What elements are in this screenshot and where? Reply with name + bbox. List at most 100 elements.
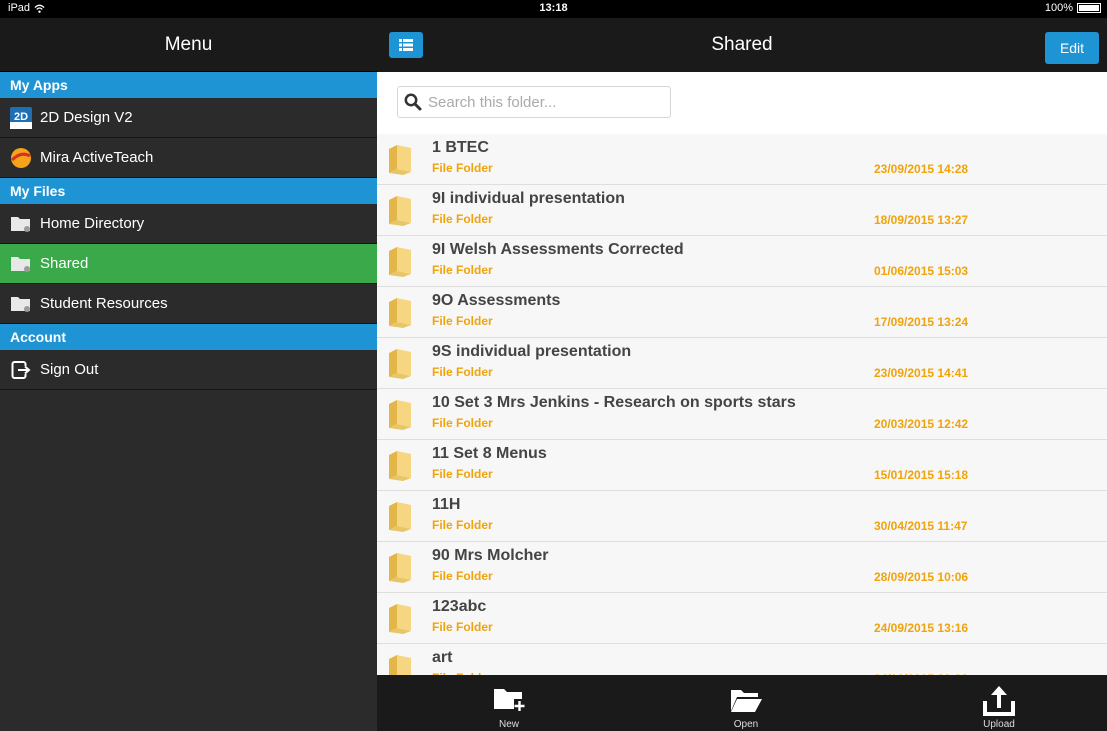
- file-name: 11H: [432, 496, 461, 513]
- sidebar-item-student-resources[interactable]: Student Resources: [0, 284, 377, 324]
- bottom-toolbar: New Open Upload: [377, 675, 1107, 731]
- file-type: File Folder: [432, 620, 493, 634]
- file-row[interactable]: 11 Set 8 Menus File Folder 15/01/2015 15:1…: [377, 440, 1107, 491]
- sidebar-item-mira-activeteach[interactable]: Mira ActiveTeach: [0, 138, 377, 178]
- file-row[interactable]: 9O Assessments File Folder 17/09/2015 13:2…: [377, 287, 1107, 338]
- new-button[interactable]: New: [469, 675, 549, 731]
- sidebar-item-label: Student Resources: [40, 295, 168, 312]
- file-name: art: [432, 649, 453, 666]
- file-type: File Folder: [432, 365, 493, 379]
- sidebar-item-label: Mira ActiveTeach: [40, 149, 154, 166]
- file-type: File Folder: [432, 161, 493, 175]
- folder-network-icon: [10, 253, 32, 275]
- page-title: Shared: [711, 34, 773, 55]
- battery-percent: 100%: [1044, 2, 1073, 14]
- upload-label: Upload: [983, 719, 1015, 730]
- battery-icon: [1077, 3, 1101, 13]
- upload-icon: [981, 683, 1017, 717]
- section-my-files: My Files: [0, 178, 377, 204]
- file-name: 123abc: [432, 598, 487, 615]
- open-button[interactable]: Open: [706, 675, 786, 731]
- 2d-design-app-icon: 2D: [10, 106, 32, 129]
- file-type: File Folder: [432, 467, 493, 481]
- file-name: 11 Set 8 Menus: [432, 445, 547, 462]
- folder-icon: [387, 449, 413, 481]
- sidebar-item-label: Home Directory: [40, 215, 145, 232]
- file-date: 30/04/2015 11:47: [874, 519, 968, 533]
- folder-network-icon: [10, 213, 32, 235]
- sidebar-item-home-directory[interactable]: Home Directory: [0, 204, 377, 244]
- folder-icon: [387, 245, 413, 277]
- section-my-apps: My Apps: [0, 72, 377, 98]
- file-date: 23/09/2015 14:41: [874, 366, 969, 380]
- search-icon: [404, 93, 422, 111]
- list-menu-icon: [399, 39, 413, 51]
- sign-out-icon: [10, 359, 32, 381]
- file-date: 23/09/2015 14:28: [874, 162, 969, 176]
- sidebar-title: Menu: [0, 18, 377, 72]
- file-row[interactable]: 90 Mrs Molcher File Folder 28/09/2015 10:0…: [377, 542, 1107, 593]
- file-row[interactable]: 123abc File Folder 24/09/2015 13:16: [377, 593, 1107, 644]
- file-name: 90 Mrs Molcher: [432, 547, 549, 564]
- folder-icon: [387, 347, 413, 379]
- file-type: File Folder: [432, 212, 493, 226]
- file-type: File Folder: [432, 263, 493, 277]
- file-row[interactable]: artFile Folder24/09/2015 20:22: [377, 644, 1107, 675]
- search-input[interactable]: [428, 93, 658, 111]
- svg-text:2D: 2D: [14, 111, 28, 123]
- file-type: File Folder: [432, 416, 493, 430]
- file-date: 17/09/2015 13:24: [874, 315, 969, 329]
- status-right: 100%: [1045, 2, 1101, 14]
- file-list: 1 BTEC File Folder 23/09/2015 14:28 9I indi…: [377, 134, 1107, 675]
- file-type: File Folder: [432, 518, 493, 532]
- folder-icon: [387, 551, 413, 583]
- new-folder-icon: [491, 683, 527, 717]
- folder-network-icon: [10, 293, 32, 315]
- file-name: 9O Assessments: [432, 292, 561, 309]
- folder-icon: [387, 398, 413, 430]
- file-date: 01/06/2015 15:03: [874, 264, 969, 278]
- search-box[interactable]: [397, 86, 671, 118]
- file-row[interactable]: 9I individual presentation File Folder 18/…: [377, 185, 1107, 236]
- file-row[interactable]: 9S individual presentation File Folder 23/…: [377, 338, 1107, 389]
- file-row[interactable]: 1 BTEC File Folder 23/09/2015 14:28: [377, 134, 1107, 185]
- file-row[interactable]: 9I Welsh Assessments Corrected File Folde…: [377, 236, 1107, 287]
- file-name: 9I Welsh Assessments Corrected: [432, 241, 684, 258]
- list-menu-button[interactable]: [389, 32, 423, 58]
- header: Shared Edit: [377, 18, 1107, 72]
- file-type: File Folder: [432, 569, 493, 583]
- folder-icon: [387, 143, 413, 175]
- section-account: Account: [0, 324, 377, 350]
- folder-icon: [387, 602, 413, 634]
- upload-button[interactable]: Upload: [959, 675, 1039, 731]
- open-folder-icon: [728, 683, 764, 717]
- sidebar-item-shared[interactable]: Shared: [0, 244, 377, 284]
- new-label: New: [498, 719, 519, 730]
- folder-icon: [387, 194, 413, 226]
- sidebar-item-sign-out[interactable]: Sign Out: [0, 350, 377, 390]
- file-date: 24/09/2015 13:16: [874, 621, 969, 635]
- sidebar-item-label: 2D Design V2: [40, 109, 133, 126]
- file-row[interactable]: 10 Set 3 Mrs Jenkins - Research on sport…: [377, 389, 1107, 440]
- open-label: Open: [733, 719, 759, 730]
- file-date: 28/09/2015 10:06: [874, 570, 969, 584]
- file-name: 9S individual presentation: [432, 343, 632, 360]
- file-date: 20/03/2015 12:42: [874, 417, 969, 431]
- file-name: 9I individual presentation: [432, 190, 625, 207]
- file-date: 15/01/2015 15:18: [874, 468, 969, 482]
- file-row[interactable]: 11H File Folder 30/04/2015 11:47: [377, 491, 1107, 542]
- folder-icon: [387, 296, 413, 328]
- mira-app-icon: [10, 147, 32, 169]
- main-panel: Shared Edit 1 BTEC File Folder 23/09/2015 …: [377, 18, 1107, 731]
- folder-icon: [387, 500, 413, 532]
- sidebar-item-label: Shared: [40, 255, 89, 272]
- file-name: 10 Set 3 Mrs Jenkins - Research on sport…: [432, 394, 796, 411]
- edit-button[interactable]: Edit: [1045, 32, 1099, 64]
- sidebar-item-2d-design[interactable]: 2D 2D Design V2: [0, 98, 377, 138]
- file-name: 1 BTEC: [432, 139, 489, 156]
- file-type: File Folder: [432, 314, 493, 328]
- sidebar-item-label: Sign Out: [40, 361, 99, 378]
- search-area: [377, 72, 1107, 134]
- folder-icon: [387, 653, 413, 675]
- sidebar: Menu My Apps 2D 2D Design V2 Mira Active…: [0, 18, 377, 731]
